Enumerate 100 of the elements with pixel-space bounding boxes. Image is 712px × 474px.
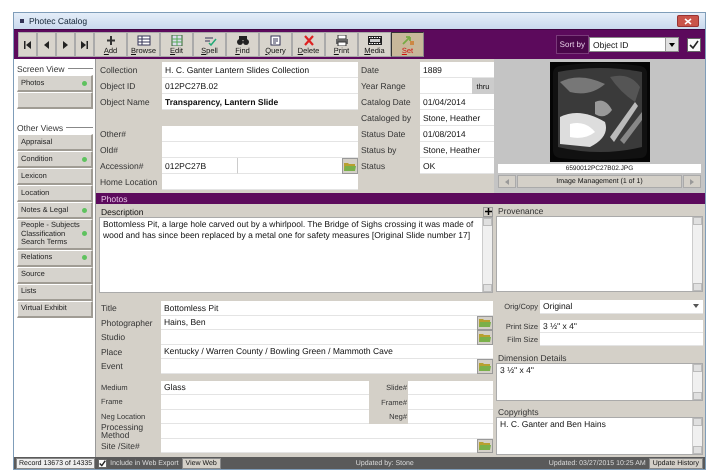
field-label: Object ID — [99, 80, 136, 93]
record-nav-button[interactable] — [75, 32, 94, 57]
input-field[interactable]: Bottomless Pit — [161, 301, 493, 316]
input-field[interactable]: 1889 — [420, 62, 494, 78]
field-label: Provenance — [497, 206, 544, 216]
input-field[interactable]: OK — [420, 158, 494, 174]
folder-icon — [344, 162, 356, 170]
previous-icon — [42, 40, 51, 48]
binoculars-icon — [236, 34, 250, 46]
input-field[interactable] — [161, 395, 369, 410]
input-field[interactable]: Kentucky / Warren County / Bowling Green / Mammoth Cave — [161, 344, 493, 359]
next-icon — [690, 178, 694, 184]
field-label: Date — [360, 64, 380, 77]
section-heading: Screen View — [17, 64, 65, 74]
input-field[interactable]: Stone, Heather — [420, 142, 494, 158]
lookup-button[interactable] — [342, 158, 358, 174]
input-field[interactable] — [238, 158, 342, 174]
input-field[interactable] — [408, 380, 493, 395]
field-label: Title — [100, 302, 118, 316]
view-button[interactable] — [17, 92, 93, 109]
input-field[interactable] — [408, 410, 493, 424]
previous-button[interactable] — [498, 175, 516, 188]
input-field[interactable] — [369, 438, 477, 453]
field-label: Catalog Date — [360, 96, 412, 109]
field-label: Site /Site# — [100, 440, 141, 453]
record-nav-button[interactable] — [56, 32, 75, 57]
film-strip-icon — [368, 34, 382, 46]
orig-copy-dropdown[interactable]: Original — [540, 300, 703, 314]
sort-dropdown[interactable]: Object ID — [589, 37, 679, 52]
first-icon — [23, 40, 32, 48]
checkmark-icon — [202, 34, 216, 46]
next-icon — [61, 40, 70, 48]
field-label: Status by — [360, 144, 398, 157]
lookup-button[interactable] — [477, 316, 493, 330]
lookup-button[interactable] — [477, 438, 493, 453]
record-nav-button[interactable] — [18, 32, 37, 57]
folder-icon — [479, 362, 491, 371]
input-field[interactable] — [408, 395, 493, 410]
input-field[interactable]: Hains, Ben — [161, 316, 477, 330]
field-label: Accession# — [99, 160, 144, 173]
field-label: Processing Method — [100, 424, 144, 438]
input-field[interactable] — [161, 359, 477, 374]
field-label: Cataloged by — [360, 112, 412, 125]
last-icon — [80, 40, 89, 48]
input-field[interactable]: 01/08/2014 — [420, 126, 494, 142]
input-field[interactable] — [161, 330, 477, 344]
field-label: Dimension Details — [497, 352, 568, 363]
field-label: Status Date — [360, 128, 406, 141]
folder-icon — [479, 441, 491, 450]
caret-icon — [693, 304, 699, 308]
field-label: Object Name — [99, 96, 151, 109]
field-label: Place — [100, 346, 124, 359]
input-field[interactable]: H. C. Ganter Lantern Slides Collection — [162, 62, 358, 78]
input-field[interactable]: 3 ½" x 4" — [540, 320, 703, 333]
folder-icon — [479, 332, 491, 342]
input-field[interactable] — [161, 424, 493, 438]
next-button[interactable] — [683, 175, 701, 188]
section-heading: Other Views — [17, 122, 64, 132]
input-field[interactable] — [162, 174, 358, 190]
printer-icon — [334, 34, 348, 46]
caret-icon — [669, 42, 675, 46]
x-icon — [302, 34, 316, 46]
input-field[interactable] — [162, 126, 358, 142]
input-field[interactable]: 012PC27B.02 — [162, 78, 358, 94]
record-nav-button[interactable] — [37, 32, 56, 57]
close-icon — [684, 18, 692, 24]
input-field[interactable] — [162, 142, 358, 158]
window-title: Photec Catalog — [29, 16, 88, 26]
field-label: Home Location — [99, 176, 158, 189]
field-label: Event — [100, 360, 124, 374]
input-field[interactable] — [420, 78, 472, 94]
input-field[interactable] — [161, 410, 369, 424]
lookup-button[interactable] — [477, 330, 493, 344]
field-label: Collection — [99, 64, 138, 77]
input-field[interactable]: 012PC27B — [162, 158, 238, 174]
input-field[interactable] — [161, 438, 369, 453]
close-button[interactable] — [677, 15, 699, 27]
folder-icon — [479, 318, 491, 328]
plus-icon — [484, 208, 492, 215]
input-field[interactable]: 01/04/2014 — [420, 94, 494, 110]
checkbox[interactable] — [687, 38, 701, 52]
input-field[interactable]: Transparency, Lantern Slide — [162, 94, 358, 110]
input-field[interactable]: Stone, Heather — [420, 110, 494, 126]
checkbox[interactable] — [98, 458, 108, 468]
field-label: Status — [360, 160, 386, 173]
sort-label: Sort by — [556, 35, 589, 54]
input-field[interactable]: Glass — [161, 380, 369, 395]
previous-icon — [505, 178, 509, 184]
section-title: Photos — [101, 194, 128, 204]
table-icon — [136, 34, 150, 46]
expand-button[interactable] — [483, 206, 493, 216]
arrow-icon — [400, 34, 414, 46]
field-label: Description — [101, 206, 144, 216]
field-label: Studio — [100, 331, 126, 344]
grid-icon — [170, 34, 184, 46]
field-label: Photographer — [100, 316, 154, 330]
field-label: Year Range — [360, 80, 407, 93]
field-label: Old# — [99, 144, 119, 157]
lookup-button[interactable] — [477, 359, 493, 374]
input-field[interactable] — [540, 332, 703, 346]
